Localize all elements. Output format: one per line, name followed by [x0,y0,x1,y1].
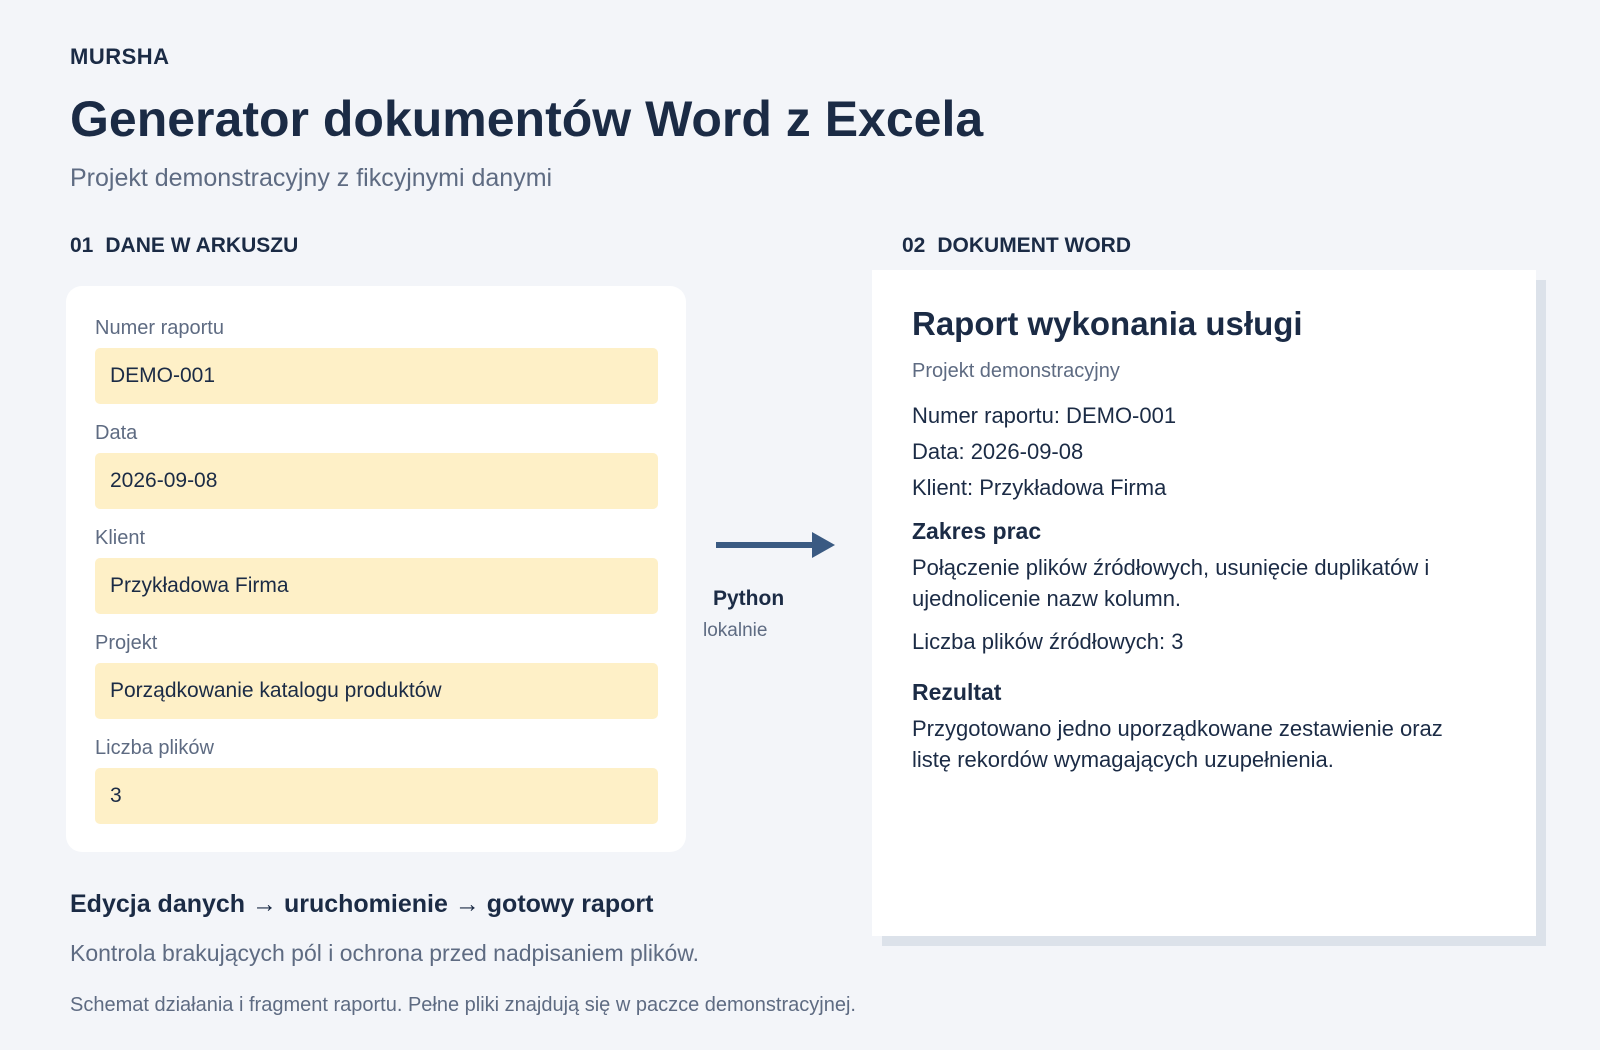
document-title: Raport wykonania usługi [912,305,1303,342]
section-number: 01 [70,234,94,257]
section-label-sheet: 01 DANE W ARKUSZU [70,234,298,258]
field-label: Data [95,422,138,444]
arrow-sublabel: lokalnie [703,620,768,641]
section-label-document: 02 DOKUMENT WORD [902,234,1131,258]
section-title: DANE W ARKUSZU [105,234,299,257]
result-heading: Rezultat [912,679,1002,705]
field-file-count: Liczba plików 3 [95,734,658,824]
meta-line: Klient: Przykładowa Firma [912,475,1167,500]
field-project: Projekt Porządkowanie katalogu produktów [95,629,658,719]
page-title: Generator dokumentów Word z Excela [70,91,984,147]
word-document-page: Raport wykonania usługi Projekt demonstr… [872,270,1536,936]
document-meta: Numer raportu: DEMO-001 Data: 2026-09-08… [912,398,1482,506]
flow-description: Kontrola brakujących pól i ochrona przed… [70,940,700,966]
field-report-number: Numer raportu DEMO-001 [95,314,658,404]
sheet-card: Numer raportu DEMO-001 Data 2026-09-08 K… [66,286,686,852]
section-number: 02 [902,234,926,257]
field-value-cell[interactable]: 3 [95,768,658,824]
result-text: Przygotowano jedno uporządkowane zestawi… [912,716,1443,772]
document-content: Raport wykonania usługi Projekt demonstr… [912,302,1482,775]
files-count-text: Liczba plików źródłowych: 3 [912,629,1184,654]
field-label: Klient [95,527,146,549]
field-value-cell[interactable]: DEMO-001 [95,348,658,404]
page-subtitle: Projekt demonstracyjny z fikcyjnymi dany… [70,164,553,192]
section-title: DOKUMENT WORD [937,234,1132,257]
field-label: Liczba plików [95,737,214,759]
meta-line: Numer raportu: DEMO-001 [912,403,1177,428]
scope-heading: Zakres prac [912,518,1042,544]
scope-text: Połączenie plików źródłowych, usunięcie … [912,555,1430,611]
arrow-right-icon [716,532,835,558]
meta-line: Data: 2026-09-08 [912,439,1084,464]
field-value-cell[interactable]: 2026-09-08 [95,453,658,509]
field-value-cell[interactable]: Przykładowa Firma [95,558,658,614]
field-client: Klient Przykładowa Firma [95,524,658,614]
field-label: Projekt [95,632,158,654]
flow-summary: Edycja danych → uruchomienie → gotowy ra… [70,890,654,918]
field-date: Data 2026-09-08 [95,419,658,509]
document-subtitle: Projekt demonstracyjny [912,360,1120,382]
footnote: Schemat działania i fragment raportu. Pe… [70,994,856,1016]
arrow-label: Python [713,587,785,610]
field-value-cell[interactable]: Porządkowanie katalogu produktów [95,663,658,719]
field-label: Numer raportu [95,317,224,339]
brand-name: MURSHA [70,44,170,69]
